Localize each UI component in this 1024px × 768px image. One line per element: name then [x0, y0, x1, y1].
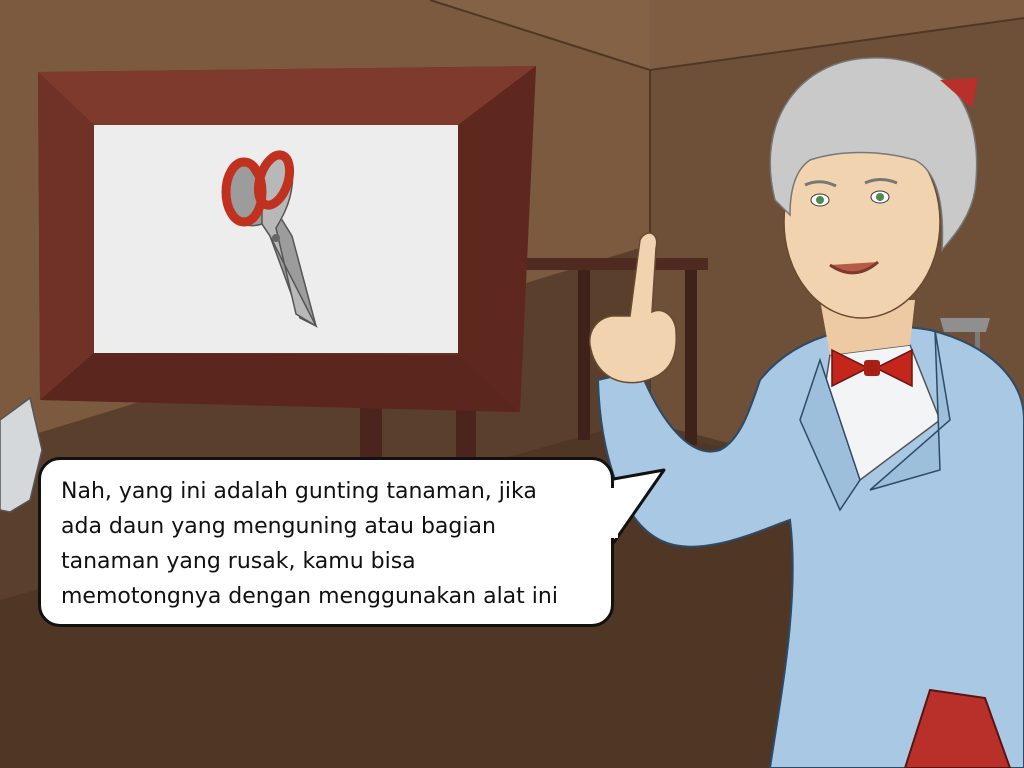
game-scene: Nah, yang ini adalah gunting tanaman, ji… — [0, 0, 1024, 768]
dialog-box[interactable]: Nah, yang ini adalah gunting tanaman, ji… — [38, 457, 614, 627]
scene-background — [0, 0, 1024, 768]
dialog-text: Nah, yang ini adalah gunting tanaman, ji… — [61, 479, 558, 609]
